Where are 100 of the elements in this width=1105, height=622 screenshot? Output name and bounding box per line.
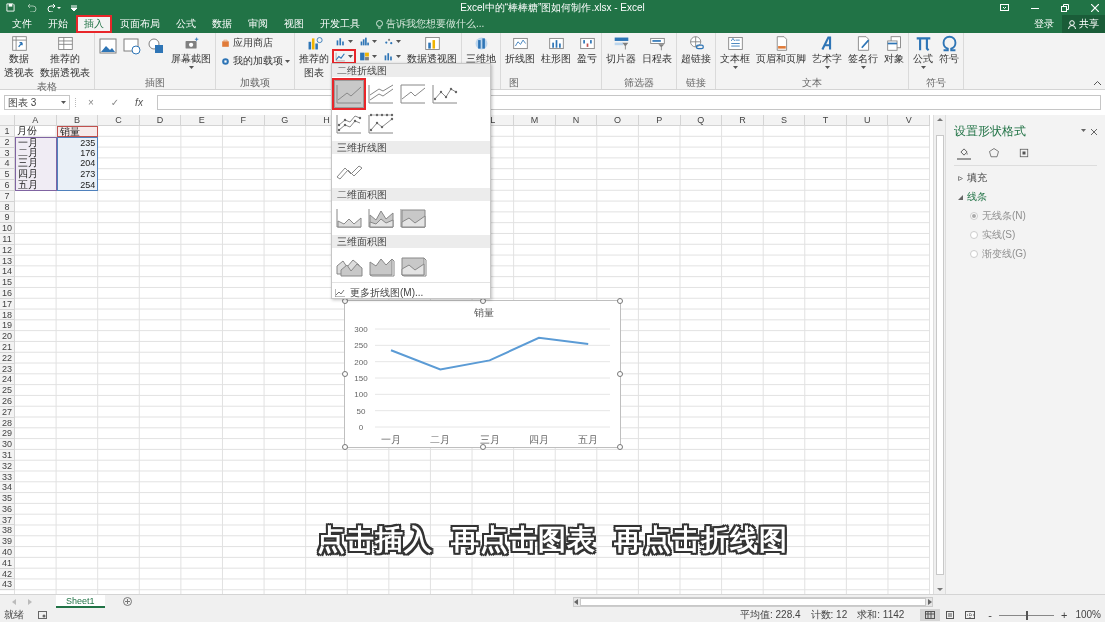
row-header[interactable]: 6 bbox=[0, 180, 15, 191]
ribbon-tab[interactable]: 审阅 bbox=[240, 15, 276, 33]
ribbon-tab[interactable]: 文件 bbox=[4, 15, 40, 33]
row-header[interactable]: 35 bbox=[0, 493, 15, 504]
chart-type-button[interactable] bbox=[333, 50, 355, 63]
macro-record-icon[interactable] bbox=[38, 611, 47, 619]
arrow-down-icon[interactable] bbox=[936, 588, 943, 592]
zoom-in-button[interactable]: + bbox=[1059, 609, 1070, 621]
customize-icon[interactable] bbox=[71, 4, 77, 11]
row-header[interactable]: 41 bbox=[0, 557, 15, 569]
ribbon-button[interactable]: 超链接 bbox=[679, 34, 713, 67]
more-charts-link[interactable]: 更多折线图(M)... bbox=[332, 282, 490, 303]
size-icon[interactable] bbox=[1017, 146, 1031, 160]
name-box[interactable]: 图表 3 bbox=[4, 95, 70, 110]
section-header[interactable]: 线条 bbox=[967, 190, 987, 204]
resize-handle[interactable] bbox=[479, 444, 486, 450]
column-header[interactable]: P bbox=[638, 115, 681, 126]
ribbon-button[interactable]: 签名行 bbox=[846, 34, 880, 70]
column-header[interactable]: Q bbox=[680, 115, 723, 126]
ribbon-button[interactable]: 数据 透视表 bbox=[2, 34, 36, 81]
table-cell[interactable]: 二月 bbox=[15, 147, 57, 159]
vertical-scrollbar[interactable] bbox=[933, 115, 945, 594]
row-header[interactable]: 26 bbox=[0, 395, 15, 407]
caret-icon[interactable] bbox=[1081, 128, 1086, 132]
ribbon-button[interactable]: 推荐的 数据透视表 bbox=[38, 34, 92, 81]
column-header[interactable]: M bbox=[514, 115, 556, 126]
collapsed-triangle-icon[interactable] bbox=[958, 175, 963, 181]
sign-in-link[interactable]: 登录 bbox=[1026, 15, 1062, 33]
sheet-tab[interactable]: Sheet1 bbox=[56, 595, 105, 608]
row-header[interactable]: 1 bbox=[0, 126, 15, 137]
share-button[interactable]: 共享 bbox=[1062, 15, 1105, 33]
ribbon-button[interactable]: 公式 bbox=[911, 34, 935, 70]
column-header[interactable]: E bbox=[181, 115, 223, 126]
table-cell[interactable]: 四月 bbox=[15, 169, 57, 180]
row-header[interactable]: 21 bbox=[0, 341, 15, 353]
cancel-button[interactable]: × bbox=[81, 97, 101, 108]
arrow-right-icon[interactable] bbox=[928, 598, 932, 605]
column-header[interactable]: B bbox=[56, 115, 99, 126]
restore-icon[interactable] bbox=[1061, 3, 1069, 12]
ribbon-button[interactable]: 文本框 bbox=[718, 34, 752, 70]
table-cell[interactable]: 三月 bbox=[15, 158, 57, 170]
column-header[interactable]: F bbox=[222, 115, 265, 126]
row-header[interactable]: 30 bbox=[0, 439, 15, 450]
row-header[interactable]: 16 bbox=[0, 287, 15, 299]
row-header[interactable]: 36 bbox=[0, 503, 15, 515]
resize-handle[interactable] bbox=[617, 298, 623, 304]
column-header[interactable]: G bbox=[264, 115, 307, 126]
table-cell[interactable]: 204 bbox=[56, 158, 99, 170]
resize-handle[interactable] bbox=[617, 371, 623, 377]
row-header[interactable]: 31 bbox=[0, 449, 15, 461]
view-button[interactable] bbox=[920, 609, 941, 621]
resize-handle[interactable] bbox=[617, 444, 623, 450]
ribbon-button[interactable]: 我的加载项 bbox=[218, 53, 292, 69]
ribbon-button[interactable]: 折线图 bbox=[503, 34, 537, 67]
column-header[interactable]: R bbox=[722, 115, 764, 126]
expanded-triangle-icon[interactable] bbox=[958, 194, 963, 200]
column-header[interactable]: V bbox=[888, 115, 930, 126]
paint-bucket-icon[interactable] bbox=[957, 146, 971, 160]
chart-type-button[interactable] bbox=[357, 50, 379, 63]
ribbon-tab[interactable]: 插入 bbox=[76, 15, 112, 33]
row-header[interactable]: 40 bbox=[0, 547, 15, 558]
ribbon-tab[interactable]: 页面布局 bbox=[112, 15, 168, 33]
ribbon-button[interactable]: 对象 bbox=[882, 34, 906, 67]
table-cell[interactable]: 月份 bbox=[15, 126, 57, 137]
column-header[interactable]: C bbox=[98, 115, 140, 126]
column-header[interactable]: S bbox=[763, 115, 806, 126]
row-header[interactable]: 11 bbox=[0, 233, 15, 245]
column-header[interactable]: A bbox=[15, 115, 57, 126]
chart-frame[interactable]: 销量 0 50 100 150 200 250 300 一月 二月 三月 四月 五月 bbox=[344, 300, 621, 448]
column-header[interactable]: N bbox=[555, 115, 598, 126]
resize-handle[interactable] bbox=[342, 444, 348, 450]
ribbon-button[interactable]: 应用商店 bbox=[218, 35, 292, 51]
ribbon-tab[interactable]: 数据 bbox=[204, 15, 240, 33]
row-header[interactable]: 32 bbox=[0, 460, 15, 472]
ribbon-tab[interactable]: 公式 bbox=[168, 15, 204, 33]
redo-icon[interactable] bbox=[47, 3, 61, 12]
ribbon-button[interactable]: 页眉和页脚 bbox=[754, 34, 808, 67]
ribbon-button[interactable]: 日程表 bbox=[640, 34, 674, 67]
ribbon-button[interactable]: 艺术字 bbox=[810, 34, 844, 70]
table-cell[interactable]: 五月 bbox=[15, 180, 57, 191]
tell-me-field[interactable]: 告诉我您想要做什么... bbox=[386, 17, 485, 31]
row-header[interactable]: 17 bbox=[0, 298, 15, 310]
add-sheet-icon[interactable] bbox=[122, 597, 132, 606]
collapse-ribbon-icon[interactable] bbox=[1094, 81, 1101, 85]
row-header[interactable]: 12 bbox=[0, 244, 15, 256]
save-icon[interactable] bbox=[6, 3, 15, 12]
table-cell[interactable]: 一月 bbox=[15, 136, 57, 148]
row-header[interactable]: 27 bbox=[0, 406, 15, 418]
row-header[interactable]: 9 bbox=[0, 212, 15, 224]
ribbon-button[interactable]: 屏幕截图 bbox=[169, 34, 213, 70]
ribbon-button[interactable]: 推荐的 图表 bbox=[297, 34, 331, 81]
column-header[interactable]: T bbox=[805, 115, 847, 126]
row-header[interactable]: 25 bbox=[0, 385, 15, 396]
resize-handle[interactable] bbox=[342, 371, 348, 377]
section-header[interactable]: 填充 bbox=[967, 171, 987, 185]
row-header[interactable]: 10 bbox=[0, 223, 15, 234]
undo-icon[interactable] bbox=[25, 3, 37, 12]
column-header[interactable]: U bbox=[846, 115, 889, 126]
ribbon-button[interactable]: 符号 bbox=[937, 34, 961, 67]
row-header[interactable]: 20 bbox=[0, 331, 15, 342]
